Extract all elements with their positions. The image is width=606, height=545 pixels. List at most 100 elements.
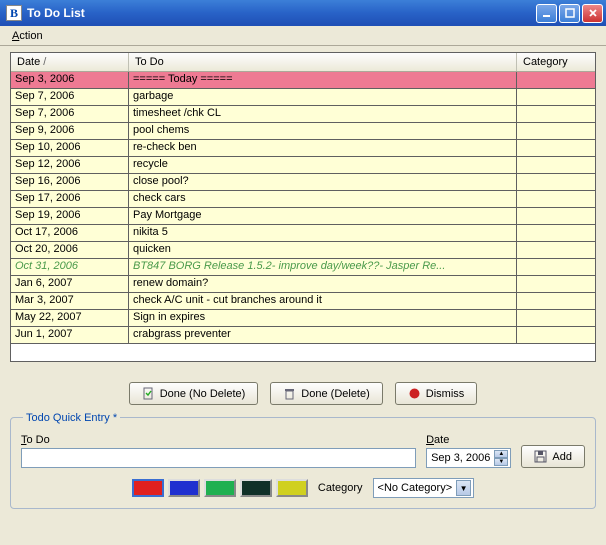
table-row[interactable]: Jun 1, 2007crabgrass preventer — [11, 327, 595, 344]
close-button[interactable] — [582, 4, 603, 23]
cell-date: Oct 31, 2006 — [11, 259, 129, 275]
cell-date: Sep 3, 2006 — [11, 72, 129, 88]
category-dropdown[interactable]: <No Category> ▼ — [373, 478, 475, 498]
cell-todo: BT847 BORG Release 1.5.2- improve day/we… — [129, 259, 517, 275]
dropdown-arrow-icon[interactable]: ▼ — [456, 480, 471, 496]
table-row[interactable]: Sep 16, 2006close pool? — [11, 174, 595, 191]
cell-todo: nikita 5 — [129, 225, 517, 241]
cell-date: Sep 7, 2006 — [11, 89, 129, 105]
table-row[interactable]: Sep 17, 2006check cars — [11, 191, 595, 208]
table-row[interactable]: Sep 12, 2006recycle — [11, 157, 595, 174]
dismiss-label: Dismiss — [426, 388, 465, 400]
cell-date: Mar 3, 2007 — [11, 293, 129, 309]
cell-todo: Pay Mortgage — [129, 208, 517, 224]
cell-date: Oct 17, 2006 — [11, 225, 129, 241]
table-row[interactable]: Oct 31, 2006BT847 BORG Release 1.5.2- im… — [11, 259, 595, 276]
cell-category — [517, 293, 595, 309]
quick-entry-group: Todo Quick Entry * To Do Date Sep 3, 200… — [10, 417, 596, 509]
cell-category — [517, 89, 595, 105]
color-swatch-green[interactable] — [204, 479, 236, 497]
table-row[interactable]: May 22, 2007Sign in expires — [11, 310, 595, 327]
cell-category — [517, 327, 595, 343]
cell-todo: timesheet /chk CL — [129, 106, 517, 122]
color-swatch-red[interactable] — [132, 479, 164, 497]
table-row[interactable]: Sep 9, 2006pool chems — [11, 123, 595, 140]
trash-icon — [283, 387, 296, 400]
date-spinner[interactable]: Sep 3, 2006 ▲ ▼ — [426, 448, 511, 468]
cell-date: Sep 17, 2006 — [11, 191, 129, 207]
cell-date: Oct 20, 2006 — [11, 242, 129, 258]
cell-category — [517, 276, 595, 292]
column-header-date[interactable]: Date/ — [11, 53, 129, 71]
cell-category — [517, 208, 595, 224]
close-icon — [588, 8, 598, 18]
color-swatches — [132, 479, 308, 497]
table-row[interactable]: Oct 20, 2006quicken — [11, 242, 595, 259]
titlebar[interactable]: B To Do List — [0, 0, 606, 26]
menu-action[interactable]: Action — [6, 28, 49, 44]
cell-category — [517, 157, 595, 173]
done-no-delete-label: Done (No Delete) — [160, 388, 246, 400]
todo-input-label: To Do — [21, 434, 416, 446]
table-row[interactable]: Sep 7, 2006timesheet /chk CL — [11, 106, 595, 123]
date-down-button[interactable]: ▼ — [494, 458, 508, 466]
color-swatch-yellow[interactable] — [276, 479, 308, 497]
menubar: Action — [0, 26, 606, 46]
date-up-button[interactable]: ▲ — [494, 450, 508, 458]
cell-todo: pool chems — [129, 123, 517, 139]
cell-date: Sep 12, 2006 — [11, 157, 129, 173]
cell-date: Sep 19, 2006 — [11, 208, 129, 224]
cell-todo: Sign in expires — [129, 310, 517, 326]
document-check-icon — [142, 387, 155, 400]
cell-date: Sep 9, 2006 — [11, 123, 129, 139]
table-row[interactable]: Jan 6, 2007renew domain? — [11, 276, 595, 293]
cell-date: Sep 7, 2006 — [11, 106, 129, 122]
color-swatch-black[interactable] — [240, 479, 272, 497]
cell-date: Sep 10, 2006 — [11, 140, 129, 156]
done-delete-label: Done (Delete) — [301, 388, 369, 400]
column-header-category[interactable]: Category — [517, 53, 595, 71]
cell-category — [517, 106, 595, 122]
cell-date: May 22, 2007 — [11, 310, 129, 326]
table-row[interactable]: Sep 3, 2006===== Today ===== — [11, 72, 595, 89]
category-label: Category — [318, 482, 363, 494]
quick-entry-legend: Todo Quick Entry * — [23, 412, 120, 424]
dismiss-button[interactable]: Dismiss — [395, 382, 478, 405]
cell-date: Sep 16, 2006 — [11, 174, 129, 190]
cell-todo: check cars — [129, 191, 517, 207]
table-header-row: Date/ To Do Category — [11, 53, 595, 72]
window-title: To Do List — [27, 6, 536, 20]
add-button[interactable]: Add — [521, 445, 585, 468]
table-row[interactable]: Sep 7, 2006garbage — [11, 89, 595, 106]
table-row[interactable]: Sep 19, 2006Pay Mortgage — [11, 208, 595, 225]
done-no-delete-button[interactable]: Done (No Delete) — [129, 382, 259, 405]
maximize-button[interactable] — [559, 4, 580, 23]
cell-category — [517, 242, 595, 258]
done-delete-button[interactable]: Done (Delete) — [270, 382, 382, 405]
minimize-button[interactable] — [536, 4, 557, 23]
cell-category — [517, 259, 595, 275]
cell-date: Jan 6, 2007 — [11, 276, 129, 292]
table-row[interactable]: Mar 3, 2007check A/C unit - cut branches… — [11, 293, 595, 310]
table-row[interactable]: Sep 10, 2006re-check ben — [11, 140, 595, 157]
cell-category — [517, 123, 595, 139]
cell-todo: re-check ben — [129, 140, 517, 156]
cell-todo: check A/C unit - cut branches around it — [129, 293, 517, 309]
cell-category — [517, 310, 595, 326]
todo-table: Date/ To Do Category Sep 3, 2006===== To… — [10, 52, 596, 362]
color-swatch-blue[interactable] — [168, 479, 200, 497]
stop-icon — [408, 387, 421, 400]
minimize-icon — [542, 8, 552, 18]
cell-todo: recycle — [129, 157, 517, 173]
cell-todo: ===== Today ===== — [129, 72, 517, 88]
cell-todo: quicken — [129, 242, 517, 258]
table-row[interactable]: Oct 17, 2006nikita 5 — [11, 225, 595, 242]
cell-category — [517, 174, 595, 190]
cell-todo: garbage — [129, 89, 517, 105]
todo-input[interactable] — [21, 448, 416, 468]
cell-date: Jun 1, 2007 — [11, 327, 129, 343]
column-header-todo[interactable]: To Do — [129, 53, 517, 71]
cell-category — [517, 191, 595, 207]
cell-category — [517, 140, 595, 156]
cell-category — [517, 225, 595, 241]
